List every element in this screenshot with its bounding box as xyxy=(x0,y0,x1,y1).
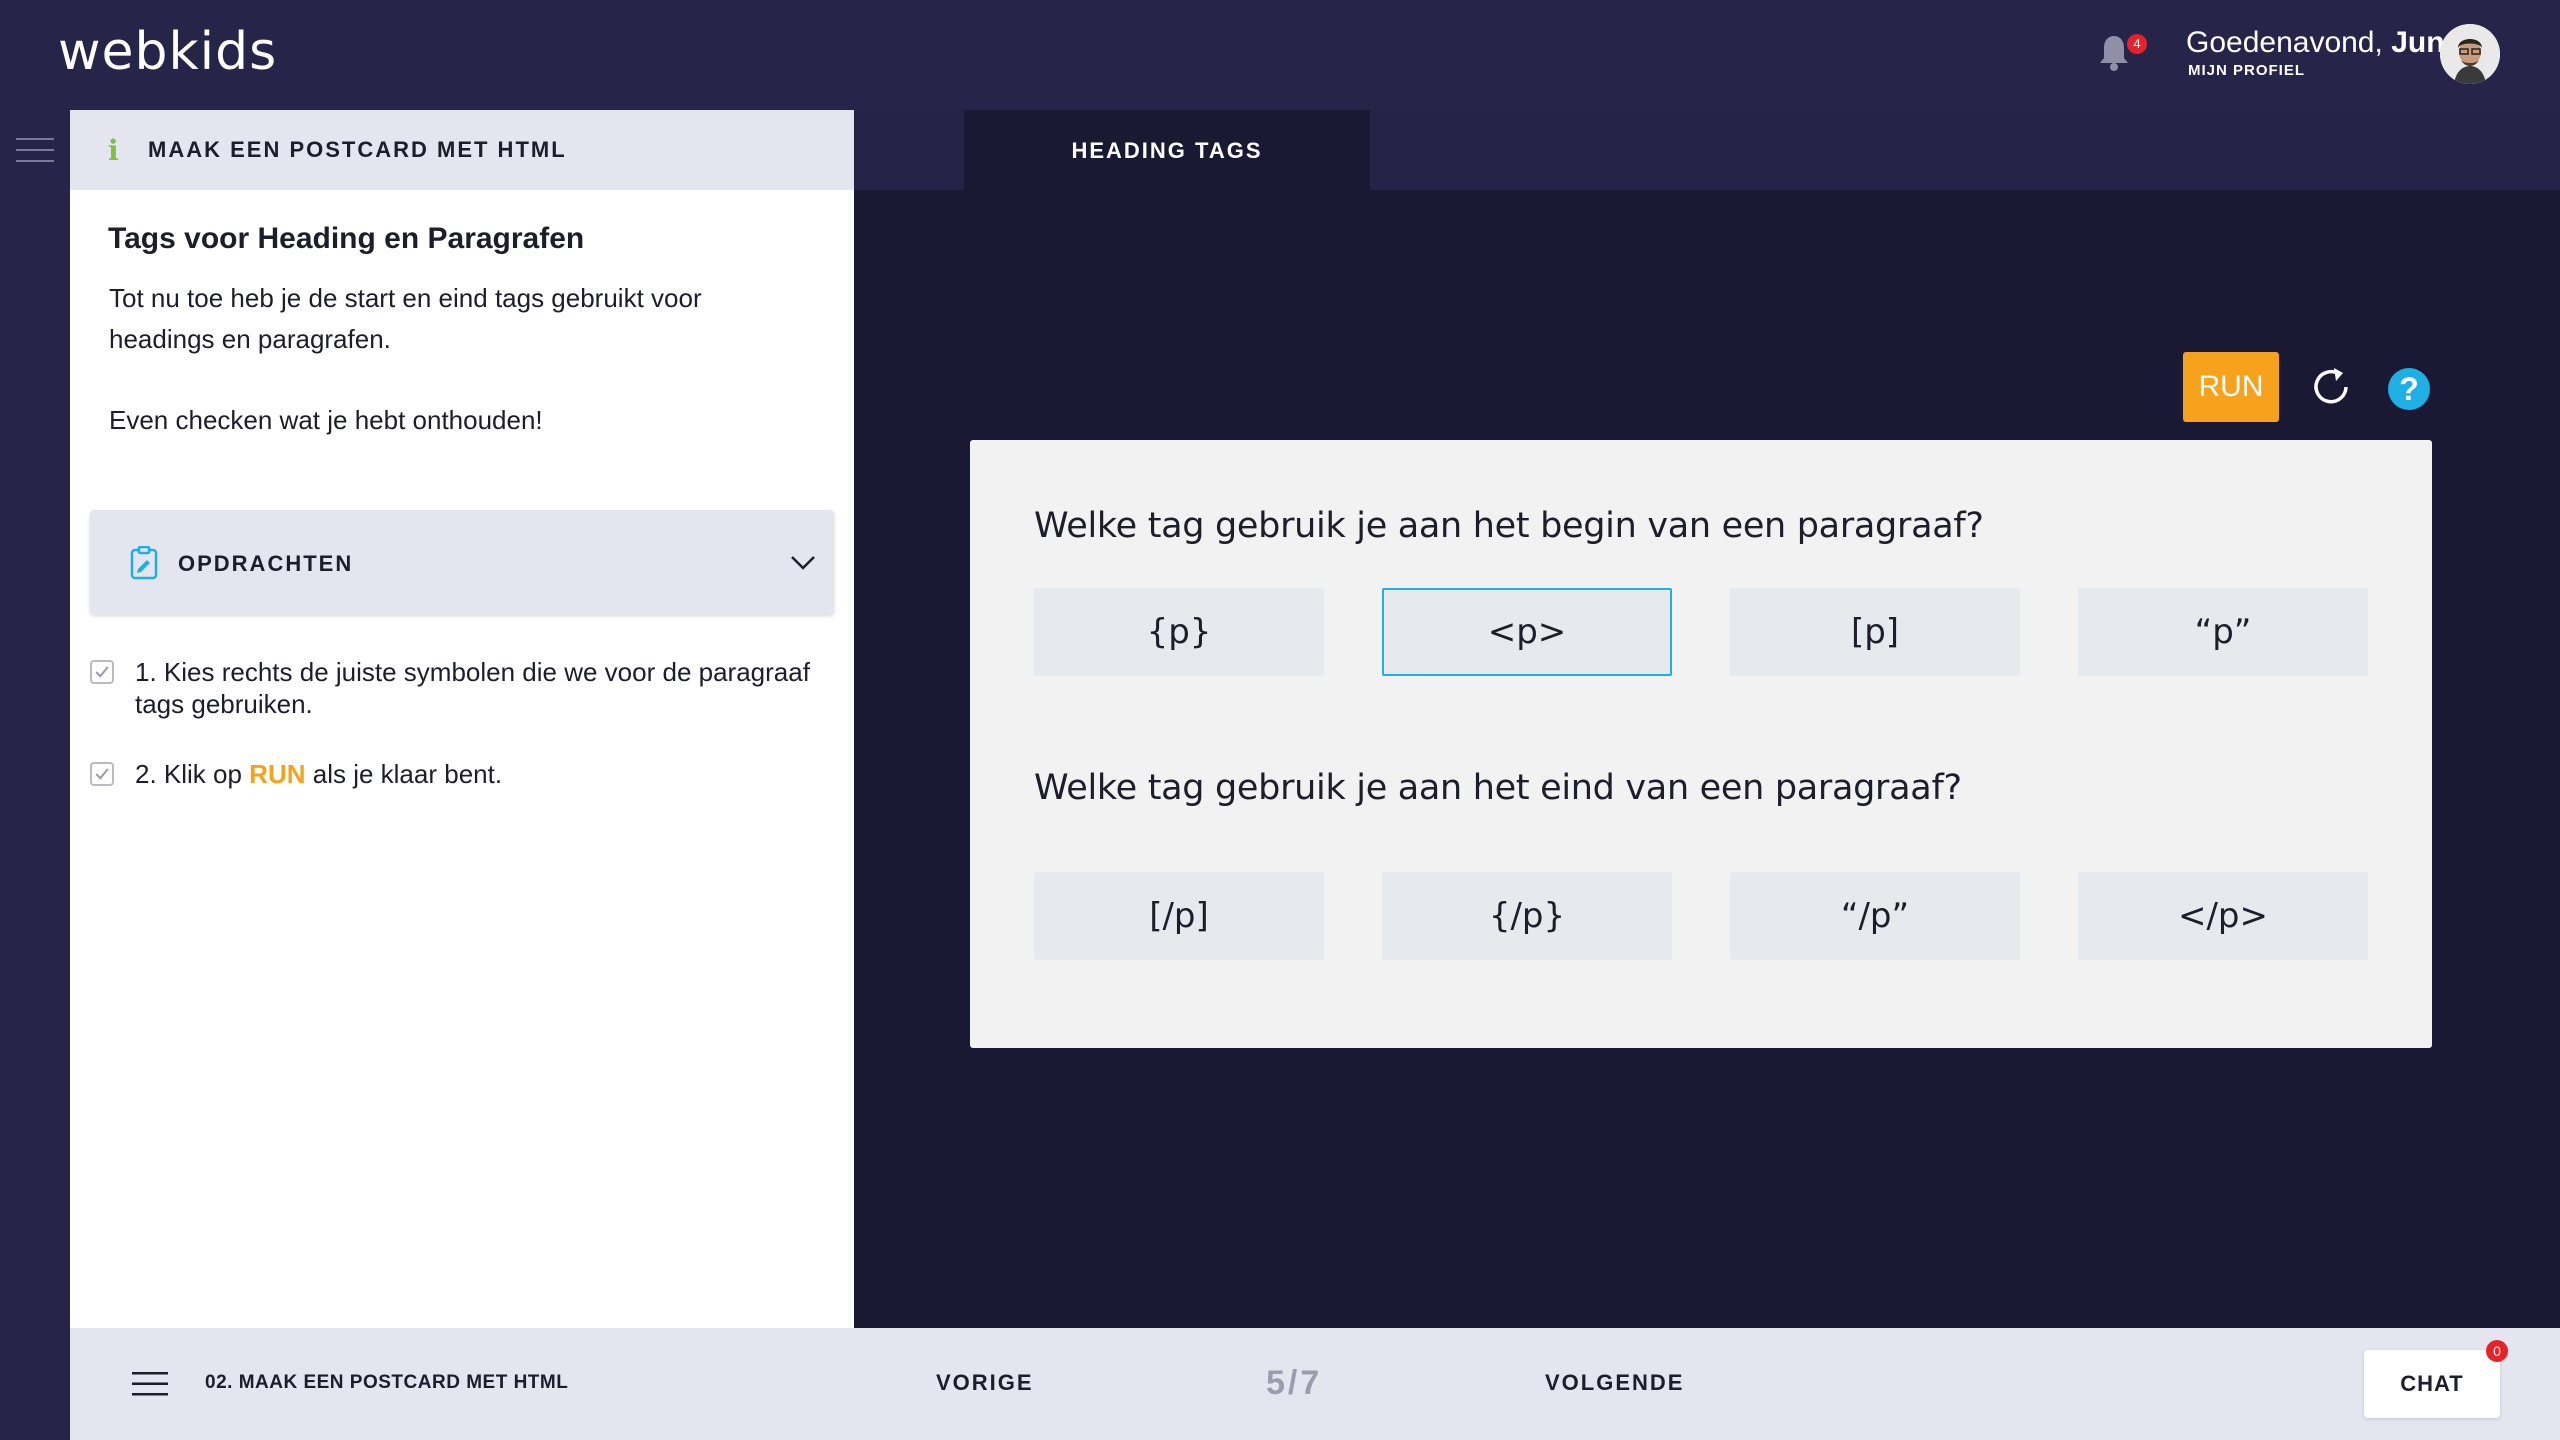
clipboard-icon xyxy=(130,546,158,580)
user-name: Jun xyxy=(2391,26,2445,59)
answer-option-selected[interactable]: <p> xyxy=(1382,588,1672,676)
chat-badge: 0 xyxy=(2486,1340,2508,1362)
lesson-paragraph: Tot nu toe heb je de start en eind tags … xyxy=(109,283,702,354)
lesson-panel: i MAAK EEN POSTCARD MET HTML Tags voor H… xyxy=(70,110,854,1328)
chevron-down-icon[interactable] xyxy=(790,552,816,572)
footer-bar: 02. MAAK EEN POSTCARD MET HTML VORIGE 5/… xyxy=(70,1328,2560,1440)
lesson-title: Tags voor Heading en Paragrafen xyxy=(108,222,585,255)
bell-icon[interactable] xyxy=(2096,32,2132,72)
course-label[interactable]: 02. MAAK EEN POSTCARD MET HTML xyxy=(205,1372,568,1394)
assignments-label: OPDRACHTEN xyxy=(178,551,354,576)
task-text: 2. Klik op RUN als je klaar bent. xyxy=(135,758,815,790)
tab-label: HEADING TAGS xyxy=(1071,138,1263,163)
answer-option[interactable]: [p] xyxy=(1730,588,2020,676)
task-item: 2. Klik op RUN als je klaar bent. xyxy=(90,758,830,798)
lesson-paragraph: Even checken wat je hebt onthouden! xyxy=(109,405,543,435)
reload-icon[interactable] xyxy=(2306,362,2356,412)
task-checkbox[interactable] xyxy=(90,660,114,684)
answer-option[interactable]: {/p} xyxy=(1382,872,1672,960)
assignments-accordion[interactable]: OPDRACHTEN xyxy=(90,510,834,614)
next-button[interactable]: VOLGENDE xyxy=(1545,1370,1684,1396)
question-text: Welke tag gebruik je aan het begin van e… xyxy=(1034,506,1984,546)
answer-option[interactable]: </p> xyxy=(2078,872,2368,960)
greeting-text: Goedenavond, xyxy=(2186,26,2383,59)
lesson-panel-header: i MAAK EEN POSTCARD MET HTML xyxy=(70,110,854,190)
tab-heading-tags[interactable]: HEADING TAGS xyxy=(964,110,1370,190)
answer-option[interactable]: “/p” xyxy=(1730,872,2020,960)
task-checkbox[interactable] xyxy=(90,762,114,786)
course-menu-icon[interactable] xyxy=(132,1372,168,1396)
notification-badge: 4 xyxy=(2127,34,2147,54)
run-button[interactable]: RUN xyxy=(2183,352,2279,422)
user-avatar-icon xyxy=(2440,24,2500,84)
task-text-suffix: als je klaar bent. xyxy=(305,759,503,789)
task-item: 1. Kies rechts de juiste symbolen die we… xyxy=(90,656,830,726)
answer-option[interactable]: “p” xyxy=(2078,588,2368,676)
help-icon[interactable]: ? xyxy=(2388,368,2430,410)
editor-tab-bar: HEADING TAGS xyxy=(854,110,2560,190)
top-bar: webkids 4 Goedenavond, Jun MIJN PROFIEL xyxy=(0,0,2560,110)
left-rail xyxy=(0,110,70,1440)
lesson-panel-title: MAAK EEN POSTCARD MET HTML xyxy=(148,137,567,162)
my-profile-link[interactable]: MIJN PROFIEL xyxy=(2188,62,2305,79)
task-text: 1. Kies rechts de juiste symbolen die we… xyxy=(135,657,810,719)
info-icon: i xyxy=(108,134,119,167)
answer-option[interactable]: {p} xyxy=(1034,588,1324,676)
previous-button[interactable]: VORIGE xyxy=(936,1370,1034,1396)
greeting: Goedenavond, Jun xyxy=(2186,26,2445,60)
quiz-card: Welke tag gebruik je aan het begin van e… xyxy=(970,440,2432,1048)
question-text: Welke tag gebruik je aan het eind van ee… xyxy=(1034,768,1962,808)
task-text-prefix: 2. Klik op xyxy=(135,759,250,789)
answer-option[interactable]: [/p] xyxy=(1034,872,1324,960)
chat-button[interactable]: CHAT xyxy=(2364,1350,2500,1418)
page-indicator: 5/7 xyxy=(1266,1364,1323,1402)
run-highlight: RUN xyxy=(249,759,306,789)
avatar[interactable] xyxy=(2440,24,2500,84)
webkids-logo[interactable]: webkids xyxy=(58,22,277,82)
hamburger-menu-icon[interactable] xyxy=(16,138,54,164)
